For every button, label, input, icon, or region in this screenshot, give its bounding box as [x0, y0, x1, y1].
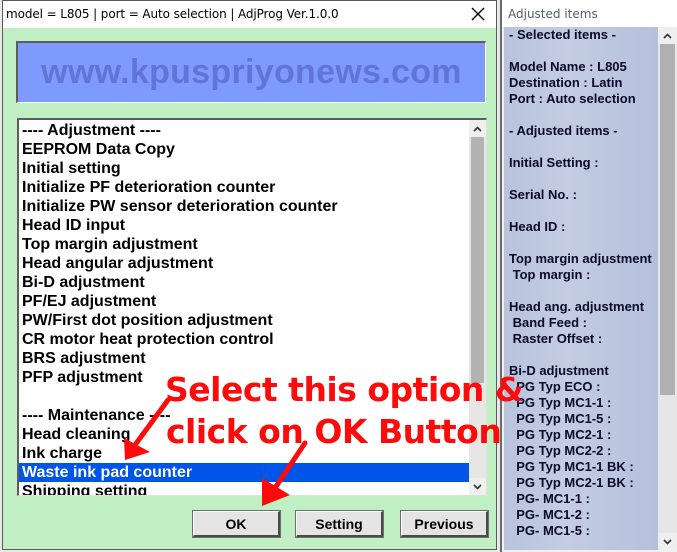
side-line: PG Typ MC1-5 :: [509, 411, 612, 426]
side-spacer: [504, 235, 658, 251]
list-item[interactable]: Initial setting: [19, 159, 470, 178]
ok-button[interactable]: OK: [192, 510, 281, 538]
banner-text: www.kpuspriyonews.com: [41, 53, 462, 91]
side-scroll-thumb[interactable]: [660, 44, 675, 395]
side-line: Top margin :: [509, 267, 591, 282]
side-line: Bi-D adjustment: [509, 363, 609, 378]
side-spacer: [504, 139, 658, 155]
side-line: Top margin adjustment: [509, 251, 652, 266]
adjprog-dialog: model = L805 | port = Auto selection | A…: [2, 0, 497, 550]
list-item[interactable]: Initialize PF deterioration counter: [19, 178, 470, 197]
side-line: PG Typ MC2-1 :: [509, 427, 612, 442]
list-item[interactable]: Shipping setting: [19, 482, 470, 495]
side-line: - Selected items -: [509, 27, 616, 42]
side-line: PG- MC1-1 :: [509, 491, 590, 506]
side-spacer: [504, 107, 658, 123]
side-line: PG Typ MC2-2 :: [509, 443, 612, 458]
close-icon: [471, 7, 485, 21]
list-section-header: ---- Adjustment ----: [22, 122, 161, 139]
side-spacer: [504, 347, 658, 363]
side-line: Band Feed :: [509, 315, 588, 330]
side-window-title: Adjusted items: [508, 7, 598, 21]
side-line: PG- MC1-2 :: [509, 507, 590, 522]
list-item[interactable]: CR motor heat protection control: [19, 330, 470, 349]
side-line: PG Typ ECO :: [509, 379, 601, 394]
side-line: - Adjusted items -: [509, 123, 618, 138]
close-button[interactable]: [464, 3, 492, 25]
side-scroll-up-button[interactable]: [658, 27, 677, 44]
banner: www.kpuspriyonews.com: [16, 41, 486, 103]
list-item[interactable]: Waste ink pad counter: [19, 463, 470, 482]
list-item[interactable]: Top margin adjustment: [19, 235, 470, 254]
adjusted-items-content: - Selected items - Model Name : L805 Desti…: [504, 27, 658, 550]
annotation-line-2: click on OK Button: [166, 412, 502, 451]
list-item[interactable]: Bi-D adjustment: [19, 273, 470, 292]
side-line: Raster Offset :: [509, 331, 603, 346]
list-item[interactable]: Initialize PW sensor deterioration count…: [19, 197, 470, 216]
setting-button[interactable]: Setting: [295, 510, 384, 538]
chevron-up-icon: [663, 32, 672, 39]
annotation-line-1: Select this option &: [165, 370, 524, 409]
side-line: Model Name : L805: [509, 59, 627, 74]
list-item[interactable]: PF/EJ adjustment: [19, 292, 470, 311]
list-item[interactable]: Head angular adjustment: [19, 254, 470, 273]
side-line: PG- MC1-5 :: [509, 523, 590, 538]
side-line: Destination : Latin: [509, 75, 623, 90]
side-spacer: [504, 43, 658, 59]
list-item[interactable]: EEPROM Data Copy: [19, 140, 470, 159]
side-titlebar[interactable]: Adjusted items: [502, 0, 677, 27]
chevron-down-icon: [473, 483, 482, 490]
dialog-titlebar[interactable]: model = L805 | port = Auto selection | A…: [3, 1, 496, 28]
side-line: Initial Setting :: [509, 155, 599, 170]
chevron-up-icon: [473, 125, 482, 132]
side-line: Head ID :: [509, 219, 566, 234]
side-line: Port : Auto selection: [509, 91, 636, 106]
chevron-down-icon: [663, 538, 672, 545]
side-line: PG Typ MC2-1 BK :: [509, 475, 634, 490]
side-scrollbar[interactable]: [658, 27, 677, 550]
side-spacer: [504, 171, 658, 187]
previous-button[interactable]: Previous: [400, 510, 489, 538]
scroll-down-button[interactable]: [469, 478, 486, 495]
side-line: PG Typ MC1-1 BK :: [509, 459, 634, 474]
scroll-up-button[interactable]: [469, 120, 486, 137]
side-spacer: [504, 203, 658, 219]
list-scroll-thumb[interactable]: [471, 137, 484, 383]
side-spacer: [504, 283, 658, 299]
list-item[interactable]: BRS adjustment: [19, 349, 470, 368]
list-item[interactable]: Head ID input: [19, 216, 470, 235]
list-item[interactable]: PW/First dot position adjustment: [19, 311, 470, 330]
side-line: PG Typ MC1-1 :: [509, 395, 612, 410]
side-line: Head ang. adjustment: [509, 299, 645, 314]
adjusted-items-window: Adjusted items - Selected items - Model N…: [500, 0, 677, 552]
dialog-title: model = L805 | port = Auto selection | A…: [6, 7, 339, 21]
side-line: Serial No. :: [509, 187, 577, 202]
side-scroll-down-button[interactable]: [658, 533, 677, 550]
